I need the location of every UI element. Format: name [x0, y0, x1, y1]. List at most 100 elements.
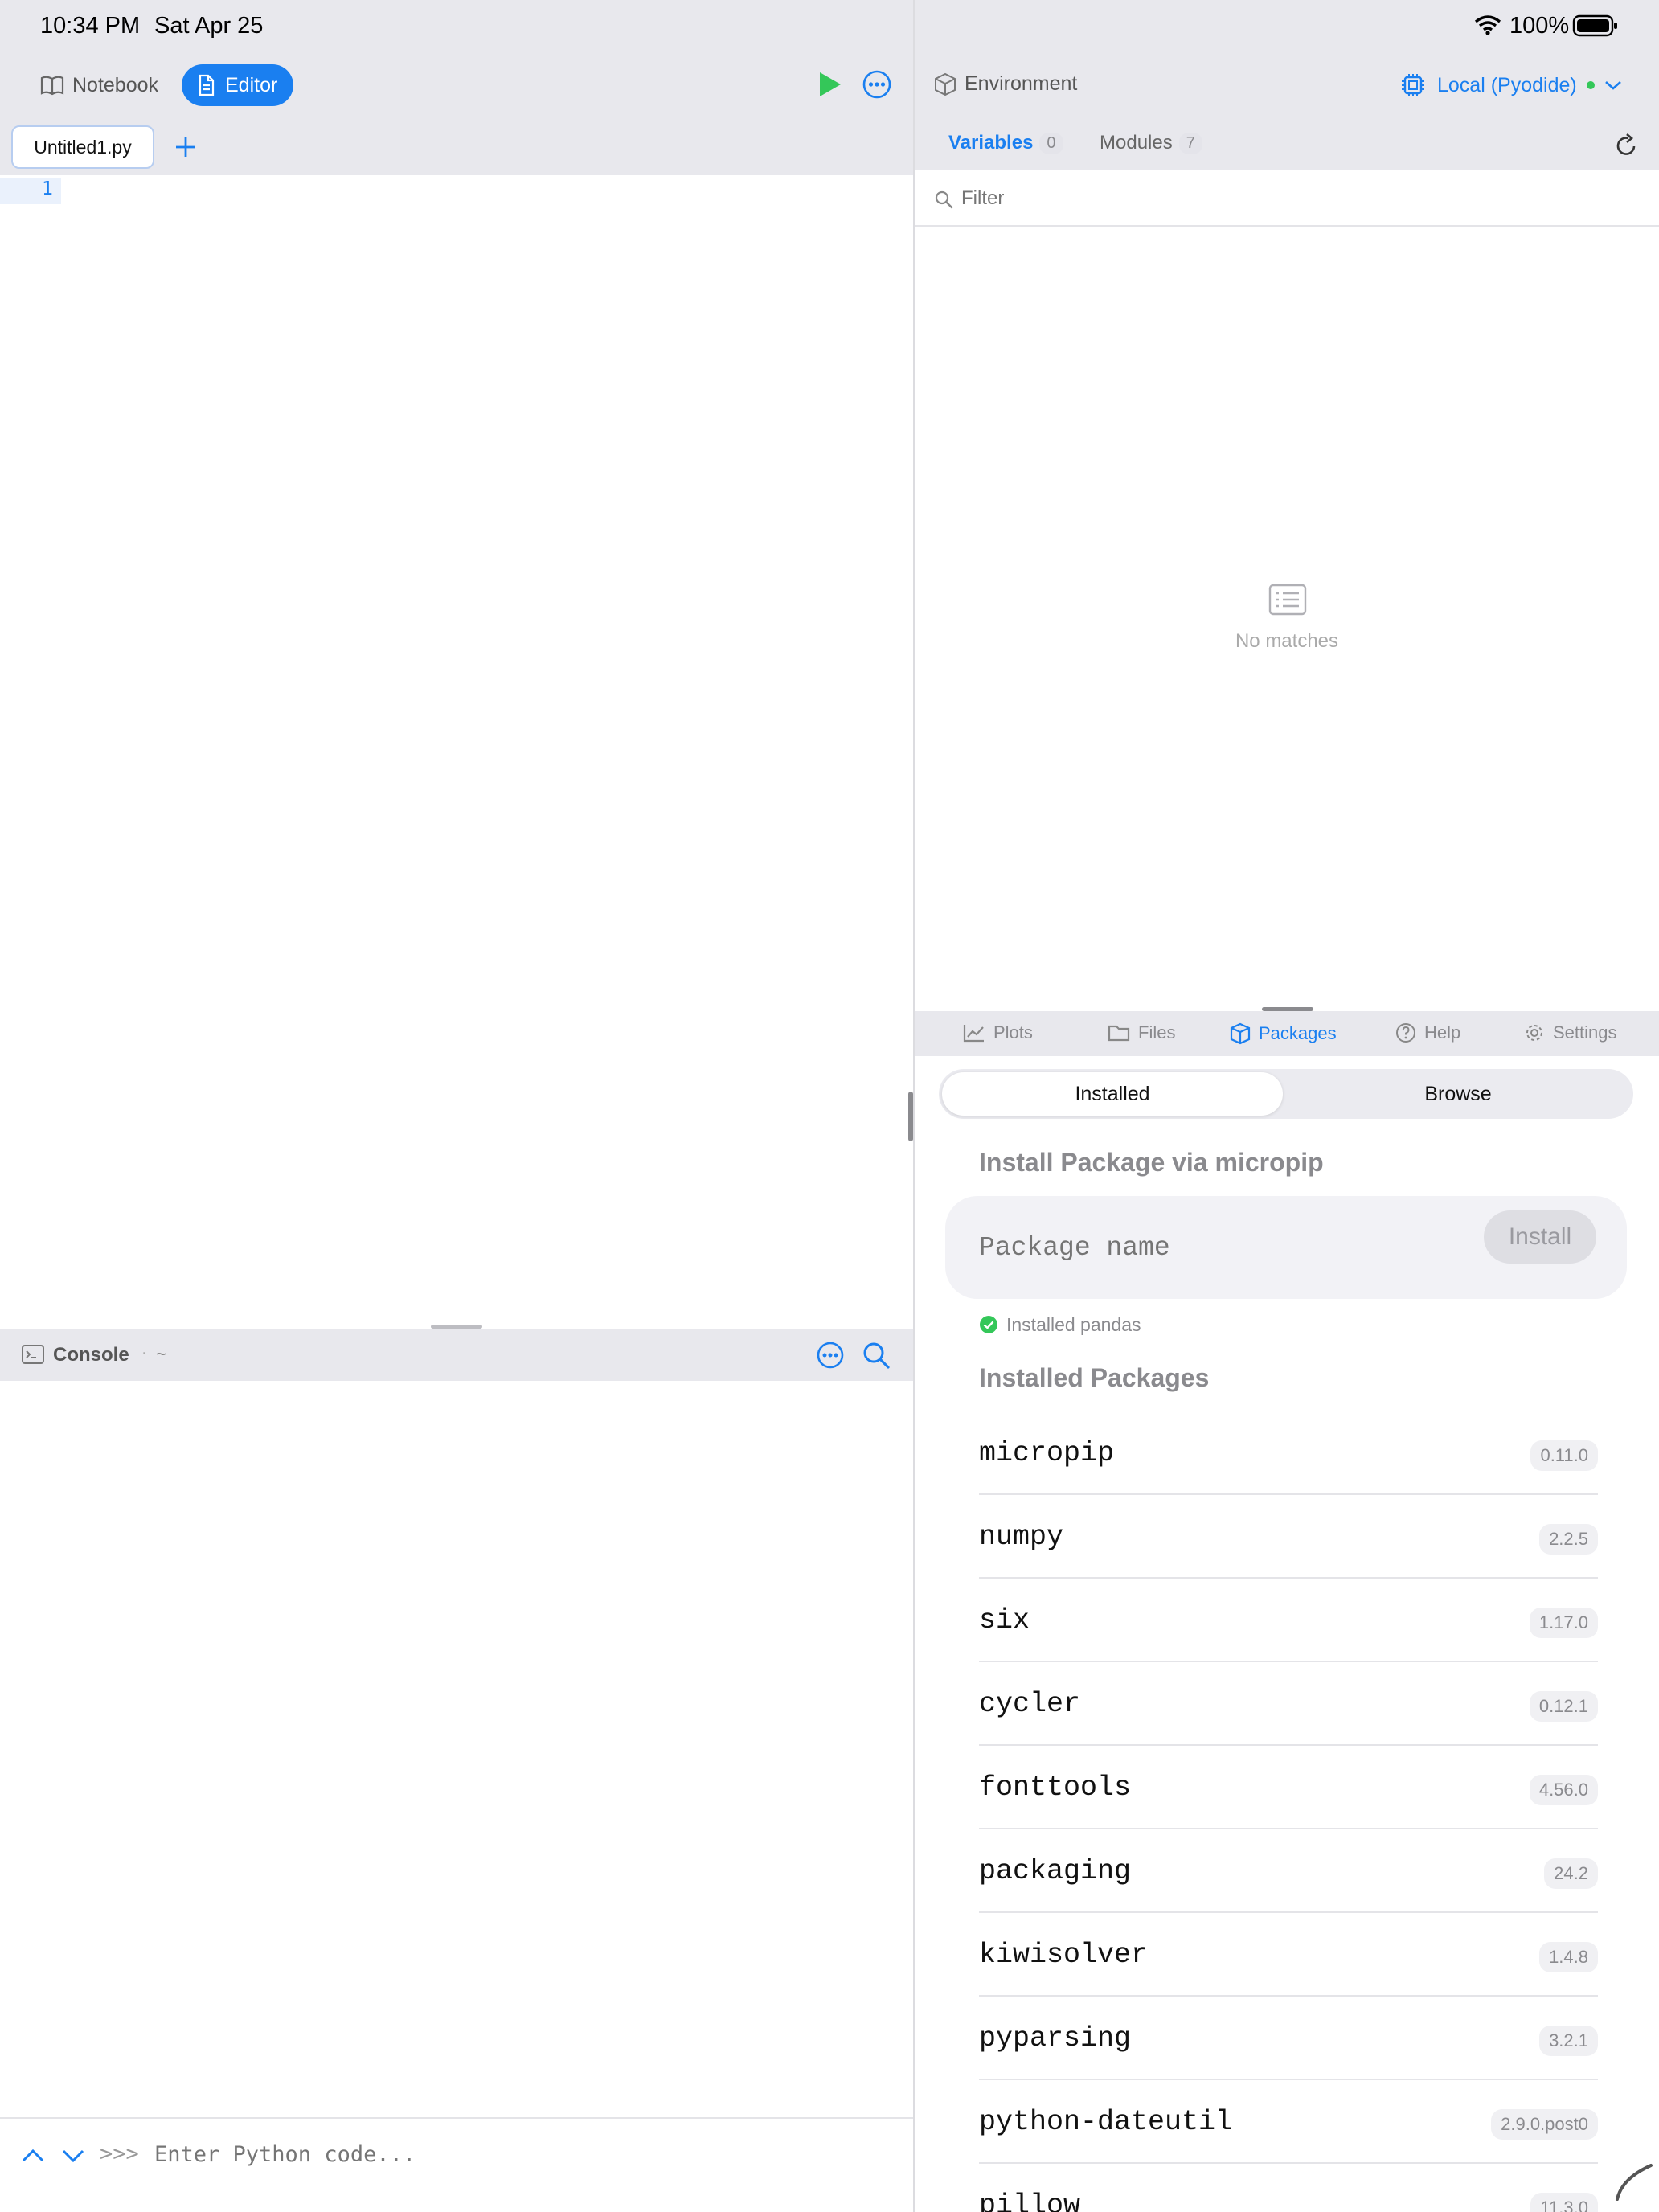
install-button[interactable]: Install	[1484, 1210, 1596, 1264]
cpu-icon	[1400, 72, 1426, 98]
tab-help[interactable]: Help	[1395, 1022, 1460, 1043]
segment-browse[interactable]: Browse	[1286, 1072, 1630, 1116]
package-row[interactable]: fonttools 4.56.0	[979, 1746, 1598, 1829]
terminal-icon	[21, 1344, 45, 1365]
package-version-badge: 4.56.0	[1529, 1775, 1598, 1805]
env-tabs: Variables 0 Modules 7	[915, 121, 1659, 170]
package-name: six	[979, 1604, 1030, 1636]
package-row[interactable]: numpy 2.2.5	[979, 1495, 1598, 1579]
editor-toggle-button[interactable]: Editor	[182, 64, 294, 106]
editor-toolbar: Notebook Editor	[0, 51, 913, 122]
tab-settings[interactable]: Settings	[1524, 1022, 1617, 1043]
tab-packages-label: Packages	[1259, 1023, 1337, 1043]
environment-header: Environment Local (Pyodide)	[915, 51, 1659, 121]
battery-icon	[1572, 14, 1619, 38]
pane-resize-handle[interactable]	[908, 1092, 913, 1141]
install-status-text: Installed pandas	[1006, 1314, 1141, 1335]
chart-icon	[963, 1023, 985, 1043]
run-icon[interactable]	[817, 71, 842, 98]
package-version-badge: 24.2	[1544, 1858, 1598, 1889]
add-tab-icon[interactable]	[174, 135, 198, 159]
runtime-selector[interactable]: Local (Pyodide)	[1400, 66, 1622, 104]
package-name: python-dateutil	[979, 2106, 1233, 2138]
package-version-badge: 0.11.0	[1530, 1440, 1598, 1471]
package-row[interactable]: python-dateutil 2.9.0.post0	[979, 2080, 1598, 2164]
split-handle[interactable]	[431, 1325, 482, 1329]
checkmark-circle-icon	[979, 1315, 998, 1334]
package-name: kiwisolver	[979, 1939, 1149, 1971]
console-more-icon[interactable]	[816, 1341, 845, 1370]
editor-label: Editor	[225, 73, 278, 96]
package-row[interactable]: packaging 24.2	[979, 1829, 1598, 1913]
package-row[interactable]: cycler 0.12.1	[979, 1662, 1598, 1746]
console-prompt: >>>	[100, 2141, 139, 2166]
installed-packages-title: Installed Packages	[979, 1363, 1210, 1392]
environment-pane: 100% Environment Local (Pyodide) Variabl…	[915, 0, 1659, 2212]
tab-files-label: Files	[1138, 1022, 1176, 1043]
package-name: numpy	[979, 1521, 1064, 1553]
installed-packages-list: micropip 0.11.0 numpy 2.2.5 six 1.17.0 cycl…	[915, 1411, 1659, 2212]
tab-modules[interactable]: Modules 7	[1100, 132, 1202, 154]
package-name: pyparsing	[979, 2022, 1132, 2054]
code-editor[interactable]: 1	[0, 175, 913, 1329]
line-number: 1	[42, 178, 53, 199]
tab-files[interactable]: Files	[1108, 1022, 1175, 1043]
battery-percent: 100%	[1509, 13, 1570, 39]
package-row[interactable]: pillow 11.3.0	[979, 2164, 1598, 2212]
history-up-icon[interactable]	[21, 2148, 45, 2164]
tab-variables[interactable]: Variables 0	[948, 132, 1063, 154]
refresh-icon[interactable]	[1616, 133, 1638, 158]
package-version-badge: 3.2.1	[1539, 2026, 1598, 2056]
tab-help-label: Help	[1424, 1022, 1461, 1043]
notebook-label: Notebook	[72, 73, 159, 96]
panel-tab-bar: Plots Files Packages Help Settings	[915, 1011, 1659, 1056]
runtime-status-dot	[1586, 81, 1595, 89]
filter-bar	[915, 170, 1659, 227]
package-version-badge: 2.2.5	[1539, 1524, 1598, 1555]
history-down-icon[interactable]	[61, 2148, 85, 2164]
console-title: Console	[53, 1344, 129, 1366]
help-icon	[1395, 1022, 1416, 1043]
package-version-badge: 1.17.0	[1529, 1608, 1598, 1638]
package-row[interactable]: six 1.17.0	[979, 1579, 1598, 1662]
folder-icon	[1108, 1023, 1130, 1043]
chevron-down-icon	[1604, 80, 1622, 91]
console-header: Console · ~	[0, 1329, 913, 1381]
install-box: Install	[945, 1196, 1627, 1299]
package-version-badge: 1.4.8	[1539, 1942, 1598, 1972]
gear-icon	[1524, 1022, 1545, 1043]
package-row[interactable]: micropip 0.11.0	[979, 1411, 1598, 1495]
package-name: packaging	[979, 1855, 1132, 1887]
tab-packages[interactable]: Packages	[1230, 1022, 1337, 1045]
tab-plots-label: Plots	[993, 1022, 1033, 1043]
notebook-toggle-button[interactable]: Notebook	[29, 64, 170, 106]
editor-pane: 10:34 PM Sat Apr 25 Notebook Editor Unti…	[0, 0, 913, 2212]
package-row[interactable]: pyparsing 3.2.1	[979, 1997, 1598, 2080]
package-name: pillow	[979, 2189, 1081, 2212]
more-options-icon[interactable]	[862, 69, 892, 100]
console-path: ~	[156, 1344, 166, 1364]
tab-variables-label: Variables	[948, 132, 1034, 154]
book-icon	[40, 75, 64, 96]
console-separator: ·	[141, 1344, 147, 1362]
file-tab-bar: Untitled1.py	[0, 122, 913, 175]
console-input[interactable]	[154, 2135, 878, 2173]
search-icon	[934, 190, 953, 209]
tab-plots[interactable]: Plots	[963, 1022, 1033, 1043]
file-tab-untitled[interactable]: Untitled1.py	[11, 125, 154, 169]
console-search-icon[interactable]	[862, 1341, 891, 1370]
modules-count-badge: 7	[1178, 132, 1202, 154]
segment-installed[interactable]: Installed	[942, 1072, 1283, 1116]
tab-settings-label: Settings	[1553, 1022, 1617, 1043]
console-input-bar: >>>	[0, 2117, 913, 2212]
packages-segmented-control: Installed Browse	[939, 1069, 1633, 1119]
filter-input[interactable]	[961, 182, 1620, 215]
package-name: micropip	[979, 1437, 1115, 1469]
package-version-badge: 0.12.1	[1529, 1691, 1598, 1722]
package-row[interactable]: kiwisolver 1.4.8	[979, 1913, 1598, 1997]
corner-resize-icon[interactable]	[1614, 2162, 1654, 2202]
status-bar-right: 100%	[915, 0, 1659, 51]
cube-icon	[934, 72, 956, 96]
package-name-input[interactable]	[979, 1223, 1429, 1272]
tab-modules-label: Modules	[1100, 132, 1173, 154]
